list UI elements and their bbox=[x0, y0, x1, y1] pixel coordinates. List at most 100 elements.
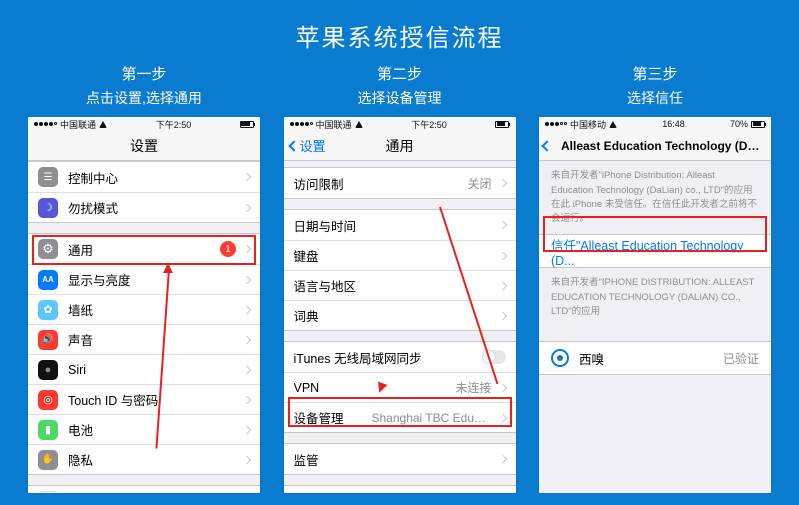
chevron-right-icon bbox=[498, 414, 506, 422]
general-row-监管[interactable]: 监管 bbox=[284, 444, 516, 474]
row-label: iTunes Store 与 App Store bbox=[68, 492, 240, 494]
battery-icon bbox=[495, 121, 509, 128]
chevron-right-icon bbox=[243, 366, 251, 374]
general-row-VPN[interactable]: VPN未连接 bbox=[284, 372, 516, 402]
settings-row-隐私[interactable]: 隐私 bbox=[28, 444, 260, 474]
carrier-label: 中国移动 bbox=[570, 118, 606, 131]
row-label: Touch ID 与密码 bbox=[68, 390, 240, 409]
chevron-right-icon bbox=[243, 306, 251, 314]
toggle-switch[interactable] bbox=[482, 350, 506, 364]
settings-row-电池[interactable]: 电池 bbox=[28, 414, 260, 444]
chevron-right-icon bbox=[243, 173, 251, 181]
settings-group: 控制中心勿扰模式 bbox=[28, 161, 260, 223]
settings-row-勿扰模式[interactable]: 勿扰模式 bbox=[28, 192, 260, 222]
phone-1: 中国联通 下午2:50 设置 控制中心勿扰模式通用1显示与亮度墙纸声音SiriT… bbox=[28, 117, 260, 493]
general-row-日期与时间[interactable]: 日期与时间 bbox=[284, 210, 516, 240]
signal-icon bbox=[545, 122, 567, 126]
status-bar: 中国联通 下午2:50 bbox=[284, 117, 516, 131]
row-value: 未连接 bbox=[455, 379, 491, 396]
clock-label: 下午2:50 bbox=[411, 118, 447, 131]
row-label: 勿扰模式 bbox=[68, 198, 240, 217]
general-list: 访问限制关闭日期与时间键盘语言与地区词典 iTunes 无线局域网同步 VPN未连接… bbox=[284, 167, 516, 493]
row-label: 通用 bbox=[68, 240, 220, 259]
general-row-设备管理[interactable]: 设备管理Shanghai TBC Education Dev... bbox=[284, 402, 516, 432]
general-row-语言与地区[interactable]: 语言与地区 bbox=[284, 270, 516, 300]
chevron-right-icon bbox=[243, 276, 251, 284]
siri-icon bbox=[38, 360, 58, 380]
clock-label: 16:48 bbox=[662, 119, 685, 129]
chevron-right-icon bbox=[498, 455, 506, 463]
signal-icon bbox=[34, 122, 57, 126]
step3-desc: 选择信任 bbox=[627, 87, 683, 109]
back-button[interactable] bbox=[543, 142, 551, 150]
phone-3: 中国移动 16:48 70% Alleast Education Technol… bbox=[539, 117, 771, 493]
app-name: 西嗅 bbox=[579, 349, 723, 368]
privacy-icon bbox=[38, 450, 58, 470]
carrier-label: 中国联通 bbox=[316, 118, 352, 131]
chevron-right-icon bbox=[243, 245, 251, 253]
developer-desc-1: 来自开发者"iPhone Distribution: Alleast Educa… bbox=[539, 161, 771, 234]
row-label: iTunes 无线局域网同步 bbox=[294, 348, 482, 367]
step1-num: 第一步 bbox=[86, 63, 202, 87]
row-label: 访问限制 bbox=[294, 174, 468, 193]
settings-row-通用[interactable]: 通用1 bbox=[28, 234, 260, 264]
battery-pct: 70% bbox=[730, 119, 748, 129]
settings-row-显示与亮度[interactable]: 显示与亮度 bbox=[28, 264, 260, 294]
trust-label: 信任"Alleast Education Technology (D... bbox=[551, 235, 759, 268]
general-row-访问限制[interactable]: 访问限制关闭 bbox=[284, 168, 516, 198]
chevron-right-icon bbox=[498, 312, 506, 320]
row-label: 设备管理 bbox=[294, 408, 372, 427]
nav-bar: Alleast Education Technology (DaLia... bbox=[539, 131, 771, 161]
developer-desc-2: 来自开发者"IPHONE DISTRIBUTION: ALLEAST EDUCA… bbox=[539, 268, 771, 327]
trust-developer-button[interactable]: 信任"Alleast Education Technology (D... bbox=[539, 234, 771, 268]
row-label: 电池 bbox=[68, 420, 240, 439]
moon-icon bbox=[38, 198, 58, 218]
row-label: 控制中心 bbox=[68, 168, 240, 187]
step2-desc: 选择设备管理 bbox=[358, 87, 442, 109]
app-verified-row[interactable]: 西嗅 已验证 bbox=[539, 341, 771, 375]
brightness-icon bbox=[38, 270, 58, 290]
wifi-icon bbox=[609, 121, 617, 128]
control-icon bbox=[38, 167, 58, 187]
chevron-right-icon bbox=[498, 221, 506, 229]
chevron-right-icon bbox=[243, 396, 251, 404]
row-label: 日期与时间 bbox=[294, 216, 496, 235]
nav-title: Alleast Education Technology (DaLia... bbox=[561, 139, 761, 153]
settings-group: 通用1显示与亮度墙纸声音 Siri Touch ID 与密码电池隐私 bbox=[28, 233, 260, 475]
settings-row-声音[interactable]: 声音 bbox=[28, 324, 260, 354]
settings-row-控制中心[interactable]: 控制中心 bbox=[28, 162, 260, 192]
general-row-iTunes 无线局域网同步[interactable]: iTunes 无线局域网同步 bbox=[284, 342, 516, 372]
nav-title: 通用 bbox=[386, 136, 414, 156]
row-label: 声音 bbox=[68, 330, 240, 349]
settings-row-Siri[interactable]: Siri bbox=[28, 354, 260, 384]
back-button[interactable]: 设置 bbox=[290, 136, 326, 155]
general-group: iTunes 无线局域网同步VPN未连接设备管理Shanghai TBC Edu… bbox=[284, 341, 516, 433]
battery-icon bbox=[240, 121, 254, 128]
step2-num: 第二步 bbox=[358, 63, 442, 87]
back-label: 设置 bbox=[300, 136, 326, 155]
row-label: Siri bbox=[68, 363, 240, 377]
row-label: 监管 bbox=[294, 450, 496, 469]
status-bar: 中国联通 下午2:50 bbox=[28, 117, 260, 131]
settings-row-iTunes Store 与 App Store[interactable]: iTunes Store 与 App Store bbox=[28, 486, 260, 493]
settings-group: iTunes Store 与 App StoreWallet 与 Apple P… bbox=[28, 485, 260, 493]
step-3-heading: 第三步 选择信任 bbox=[627, 63, 683, 109]
phone-2: 中国联通 下午2:50 设置 通用 访问限制关闭日期与时间键盘语言与地区词典 iT… bbox=[284, 117, 516, 493]
chevron-right-icon bbox=[498, 179, 506, 187]
general-row-键盘[interactable]: 键盘 bbox=[284, 240, 516, 270]
general-group: 访问限制关闭 bbox=[284, 167, 516, 199]
chevron-right-icon bbox=[243, 426, 251, 434]
general-group: 日期与时间键盘语言与地区词典 bbox=[284, 209, 516, 331]
general-row-词典[interactable]: 词典 bbox=[284, 300, 516, 330]
step-1-heading: 第一步 点击设置,选择通用 bbox=[86, 63, 202, 109]
wifi-icon bbox=[99, 121, 107, 128]
battery-icon bbox=[751, 121, 765, 128]
settings-row-Touch ID 与密码[interactable]: Touch ID 与密码 bbox=[28, 384, 260, 414]
nav-bar: 设置 通用 bbox=[284, 131, 516, 161]
status-bar: 中国移动 16:48 70% bbox=[539, 117, 771, 131]
signal-icon bbox=[290, 122, 313, 126]
verified-status: 已验证 bbox=[723, 350, 759, 367]
general-row-还原[interactable]: 还原 bbox=[284, 486, 516, 493]
row-value: Shanghai TBC Education Dev... bbox=[372, 411, 492, 425]
settings-row-墙纸[interactable]: 墙纸 bbox=[28, 294, 260, 324]
